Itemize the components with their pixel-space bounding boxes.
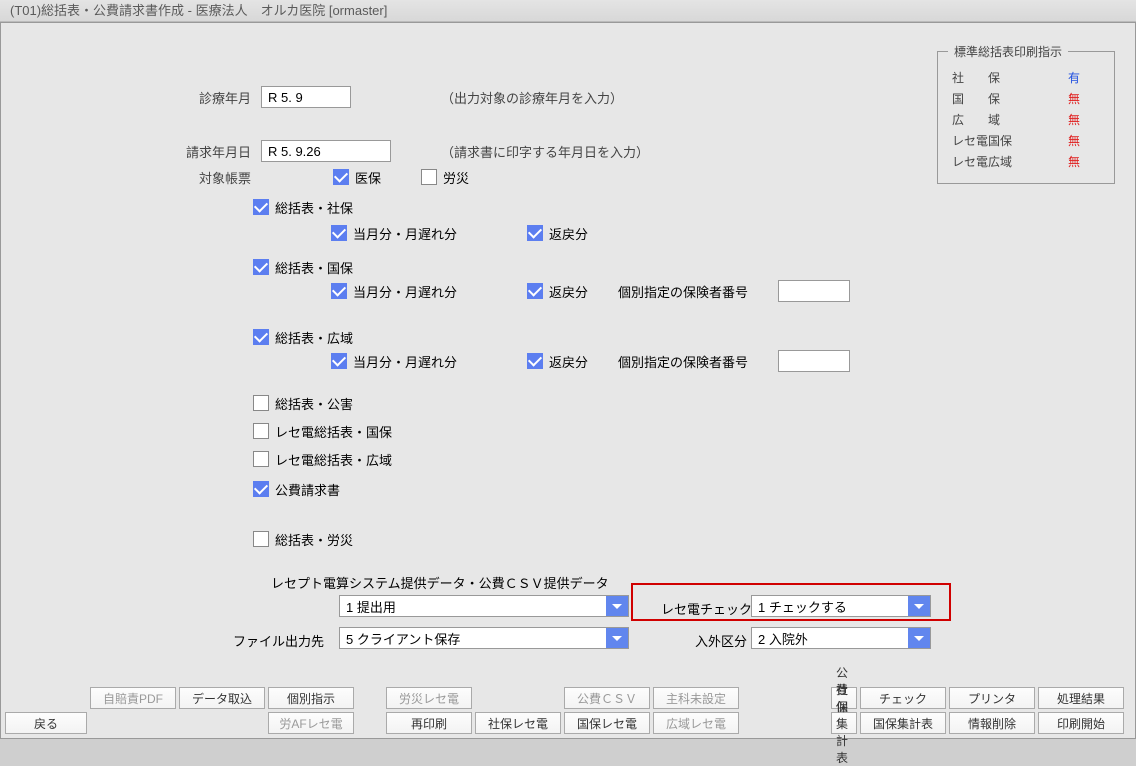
status-panel: 標準総括表印刷指示 社 保有 国 保無 広 域無 レセ電国保無 レセ電広域無 bbox=[937, 43, 1115, 184]
highlight-box bbox=[631, 583, 951, 621]
soukatsu-shaho-label: 総括表・社保 bbox=[275, 198, 353, 217]
result-button[interactable]: 処理結果 bbox=[1038, 687, 1124, 709]
status-panel-header: 標準総括表印刷指示 bbox=[948, 43, 1068, 60]
shaho-togetsu-label: 当月分・月遅れ分 bbox=[353, 224, 457, 243]
data-import-button[interactable]: データ取込 bbox=[179, 687, 265, 709]
kokuho-receden-button[interactable]: 国保レセ電 bbox=[564, 712, 650, 734]
soukatsu-kokuho-label: 総括表・国保 bbox=[275, 258, 353, 277]
nyugai-select[interactable]: 2 入院外 bbox=[751, 627, 931, 649]
status-val: 有 bbox=[1066, 68, 1090, 87]
koiki-kobetsu-label: 個別指定の保険者番号 bbox=[618, 352, 748, 371]
chevron-down-icon bbox=[908, 628, 930, 648]
shaho-henrei-checkbox[interactable] bbox=[527, 225, 543, 241]
chevron-down-icon bbox=[606, 596, 628, 616]
koiki-henrei-checkbox[interactable] bbox=[527, 353, 543, 369]
recc-koiki-label: レセ電総括表・広域 bbox=[275, 450, 392, 469]
nyugai-value: 2 入院外 bbox=[752, 629, 908, 648]
print-start-button[interactable]: 印刷開始 bbox=[1038, 712, 1124, 734]
window-body: 診療年月 （出力対象の診療年月を入力） 請求年月日 （請求書に印字する年月日を入… bbox=[0, 22, 1136, 739]
status-val: 無 bbox=[1066, 89, 1090, 108]
title-bar: (T01)総括表・公費請求書作成 - 医療法人 オルカ医院 [ormaster] bbox=[0, 0, 1136, 22]
teishutsu-value: 1 提出用 bbox=[340, 597, 606, 616]
shaho-togetsu-checkbox[interactable] bbox=[331, 225, 347, 241]
file-out-select[interactable]: 5 クライアント保存 bbox=[339, 627, 629, 649]
shaho-receden-button[interactable]: 社保レセ電 bbox=[475, 712, 561, 734]
kokuho-kobetsu-label: 個別指定の保険者番号 bbox=[618, 282, 748, 301]
rouaf-receden-button[interactable]: 労AFレセ電 bbox=[268, 712, 354, 734]
status-key: レセ電広域 bbox=[950, 152, 1022, 171]
soukatsu-koiki-checkbox[interactable] bbox=[253, 329, 269, 345]
kokuho-shukei-button[interactable]: 国保集計表 bbox=[860, 712, 946, 734]
rousai-label: 労災 bbox=[443, 168, 469, 187]
joho-sakujo-button[interactable]: 情報削除 bbox=[949, 712, 1035, 734]
iho-checkbox[interactable] bbox=[333, 169, 349, 185]
check-button[interactable]: チェック bbox=[860, 687, 946, 709]
file-out-label: ファイル出力先 bbox=[233, 631, 324, 650]
shinryo-ym-note: （出力対象の診療年月を入力） bbox=[441, 88, 623, 107]
kouhi-seikyu-checkbox[interactable] bbox=[253, 481, 269, 497]
shaho-shukei-button[interactable]: 社保集計表 bbox=[831, 712, 857, 734]
shuka-misettei-button[interactable]: 主科未設定 bbox=[653, 687, 739, 709]
soukatsu-kokuho-checkbox[interactable] bbox=[253, 259, 269, 275]
shaho-henrei-label: 返戻分 bbox=[549, 224, 588, 243]
koiki-kobetsu-input[interactable] bbox=[778, 350, 850, 372]
seikyu-ymd-label: 請求年月日 bbox=[151, 142, 251, 161]
status-key: レセ電国保 bbox=[950, 131, 1022, 150]
recept-grp-label: レセプト電算システム提供データ・公費ＣＳＶ提供データ bbox=[271, 573, 609, 592]
kokuho-henrei-checkbox[interactable] bbox=[527, 283, 543, 299]
recc-koiki-checkbox[interactable] bbox=[253, 451, 269, 467]
koiki-togetsu-checkbox[interactable] bbox=[331, 353, 347, 369]
printer-button[interactable]: プリンタ bbox=[949, 687, 1035, 709]
recc-kokuho-checkbox[interactable] bbox=[253, 423, 269, 439]
reprint-button[interactable]: 再印刷 bbox=[386, 712, 472, 734]
soukatsu-shaho-checkbox[interactable] bbox=[253, 199, 269, 215]
status-key: 社 保 bbox=[950, 68, 1022, 87]
kokuho-togetsu-label: 当月分・月遅れ分 bbox=[353, 282, 457, 301]
status-val: 無 bbox=[1066, 131, 1090, 150]
kouhi-csv-button[interactable]: 公費ＣＳＶ bbox=[564, 687, 650, 709]
teishutsu-select[interactable]: 1 提出用 bbox=[339, 595, 629, 617]
seikyu-ymd-input[interactable] bbox=[261, 140, 391, 162]
soukatsu-rousai-checkbox[interactable] bbox=[253, 531, 269, 547]
kokuho-togetsu-checkbox[interactable] bbox=[331, 283, 347, 299]
koiki-henrei-label: 返戻分 bbox=[549, 352, 588, 371]
taisho-label: 対象帳票 bbox=[151, 168, 251, 187]
status-val: 無 bbox=[1066, 110, 1090, 129]
soukatsu-koiki-label: 総括表・広域 bbox=[275, 328, 353, 347]
rousai-receden-button[interactable]: 労災レセ電 bbox=[386, 687, 472, 709]
kokuho-kobetsu-input[interactable] bbox=[778, 280, 850, 302]
chevron-down-icon bbox=[606, 628, 628, 648]
jibaiseki-pdf-button[interactable]: 自賠責PDF bbox=[90, 687, 176, 709]
nyugai-label: 入外区分 bbox=[695, 631, 747, 650]
kokuho-henrei-label: 返戻分 bbox=[549, 282, 588, 301]
file-out-value: 5 クライアント保存 bbox=[340, 629, 606, 648]
bottom-button-bar: 自賠責PDF データ取込 個別指示 労災レセ電 公費ＣＳＶ 主科未設定 公費個別… bbox=[1, 683, 1135, 738]
seikyu-ymd-note: （請求書に印字する年月日を入力） bbox=[441, 142, 649, 161]
status-val: 無 bbox=[1066, 152, 1090, 171]
koiki-togetsu-label: 当月分・月遅れ分 bbox=[353, 352, 457, 371]
soukatsu-rousai-label: 総括表・労災 bbox=[275, 530, 353, 549]
shinryo-ym-label: 診療年月 bbox=[151, 88, 251, 107]
back-button[interactable]: 戻る bbox=[5, 712, 87, 734]
soukatsu-kougai-label: 総括表・公害 bbox=[275, 394, 353, 413]
shinryo-ym-input[interactable] bbox=[261, 86, 351, 108]
kouhi-seikyu-label: 公費請求書 bbox=[275, 480, 340, 499]
rousai-checkbox[interactable] bbox=[421, 169, 437, 185]
iho-label: 医保 bbox=[355, 168, 381, 187]
kobetsu-shiji-button[interactable]: 個別指示 bbox=[268, 687, 354, 709]
koiki-receden-button[interactable]: 広域レセ電 bbox=[653, 712, 739, 734]
recc-kokuho-label: レセ電総括表・国保 bbox=[275, 422, 392, 441]
soukatsu-kougai-checkbox[interactable] bbox=[253, 395, 269, 411]
status-key: 国 保 bbox=[950, 89, 1022, 108]
status-key: 広 域 bbox=[950, 110, 1022, 129]
